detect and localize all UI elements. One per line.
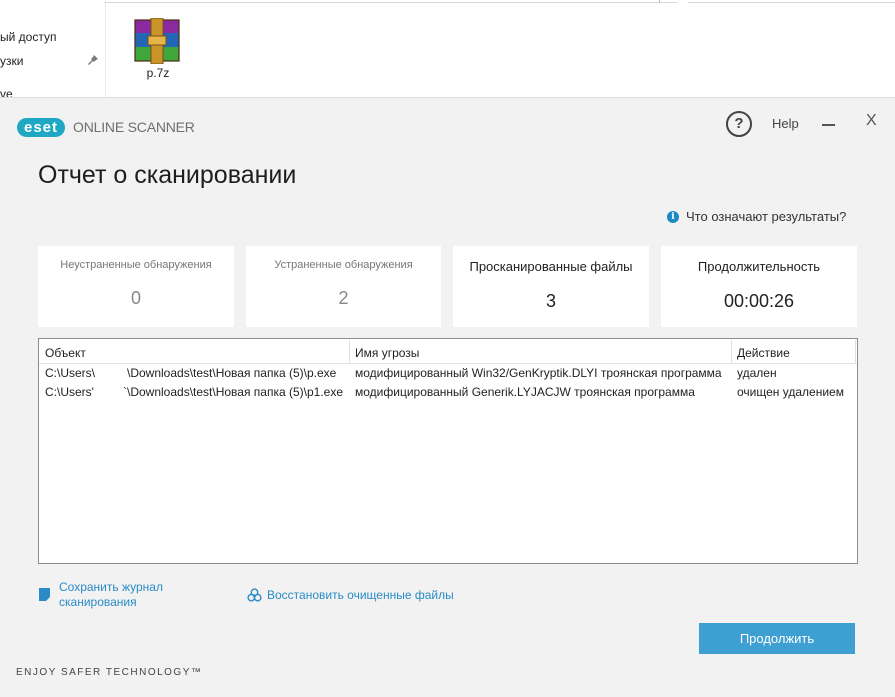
stat-card-resolved: Устраненные обнаружения 2 (246, 246, 441, 327)
restore-cleaned-files-link[interactable]: Восстановить очищенные файлы (267, 588, 454, 602)
address-bar-divider (659, 0, 660, 3)
save-log-link[interactable]: Сохранить журнал сканирования (59, 580, 163, 610)
address-bar[interactable] (104, 0, 677, 3)
column-divider[interactable] (349, 340, 350, 363)
results-help-label: Что означают результаты? (686, 209, 847, 224)
eset-scanner-window: eset ONLINE SCANNER ? Help X Отчет о ска… (0, 97, 895, 697)
file-explorer-background: ый доступ узки ve p.7z (0, 0, 895, 101)
table-row[interactable]: C:\Users\ \Downloads\test\Новая папка (5… (39, 366, 857, 385)
save-log-icon[interactable] (39, 588, 50, 601)
cell-path-start: C:\Users' (45, 385, 94, 399)
eset-logo-badge: eset (17, 117, 66, 137)
save-log-label-line1: Сохранить журнал (59, 580, 163, 594)
close-button[interactable]: X (866, 112, 877, 130)
detections-table[interactable]: Объект Имя угрозы Действие C:\Users\ \Do… (38, 338, 858, 564)
cell-action: очищен удалением (737, 385, 844, 399)
table-header: Объект Имя угрозы Действие (39, 339, 857, 364)
stat-label: Просканированные файлы (469, 259, 633, 274)
stat-card-duration: Продолжительность 00:00:26 (661, 246, 857, 327)
save-log-label-line2: сканирования (59, 595, 137, 609)
stat-value: 0 (130, 288, 141, 308)
cell-path-end: `\Downloads\test\Новая папка (5)\p1.exe (123, 385, 344, 399)
stat-label: Неустраненные обнаружения (60, 259, 212, 271)
cell-path-end: \Downloads\test\Новая папка (5)\p.exe (127, 366, 337, 380)
help-link[interactable]: Help (772, 116, 799, 131)
help-icon[interactable]: ? (726, 111, 752, 137)
footer-tagline: ENJOY SAFER TECHNOLOGY™ (16, 667, 203, 678)
minimize-button[interactable] (822, 124, 835, 126)
archive-filename[interactable]: p.7z (130, 66, 186, 80)
stat-label: Продолжительность (697, 259, 821, 274)
product-name: ONLINE SCANNER (73, 119, 195, 135)
stat-value: 3 (545, 291, 556, 311)
biohazard-icon[interactable] (247, 588, 262, 603)
column-header-object[interactable]: Объект (45, 346, 86, 360)
stat-card-scanned-files: Просканированные файлы 3 (453, 246, 649, 327)
info-icon: i (667, 210, 679, 223)
cell-threat: модифицированный Win32/GenKryptik.DLYI т… (355, 366, 722, 380)
stat-card-unresolved: Неустраненные обнаружения 0 (38, 246, 234, 327)
cell-path-start: C:\Users\ (45, 366, 96, 380)
results-help-link[interactable]: i Что означают результаты? (667, 209, 846, 224)
pin-icon[interactable] (88, 55, 98, 65)
continue-button[interactable]: Продолжить (699, 623, 855, 654)
page-title: Отчет о сканировании (38, 161, 297, 189)
search-box[interactable] (688, 0, 895, 3)
column-header-threat[interactable]: Имя угрозы (355, 346, 419, 360)
stat-value: 2 (338, 288, 349, 308)
nav-item-quick-access[interactable]: ый доступ (0, 30, 56, 44)
cell-action: удален (737, 366, 777, 380)
column-divider[interactable] (731, 340, 732, 363)
nav-item-downloads[interactable]: узки (0, 54, 23, 68)
stat-label: Устраненные обнаружения (274, 259, 413, 271)
column-divider[interactable] (855, 340, 856, 363)
eset-logo: eset ONLINE SCANNER (17, 117, 195, 137)
column-header-action[interactable]: Действие (737, 346, 790, 360)
table-row[interactable]: C:\Users' `\Downloads\test\Новая папка (… (39, 385, 857, 404)
archive-icon[interactable] (132, 18, 182, 64)
nav-pane-divider (105, 0, 106, 97)
cell-threat: модифицированный Generik.LYJACJW троянск… (355, 385, 695, 399)
stat-value: 00:00:26 (723, 291, 795, 311)
